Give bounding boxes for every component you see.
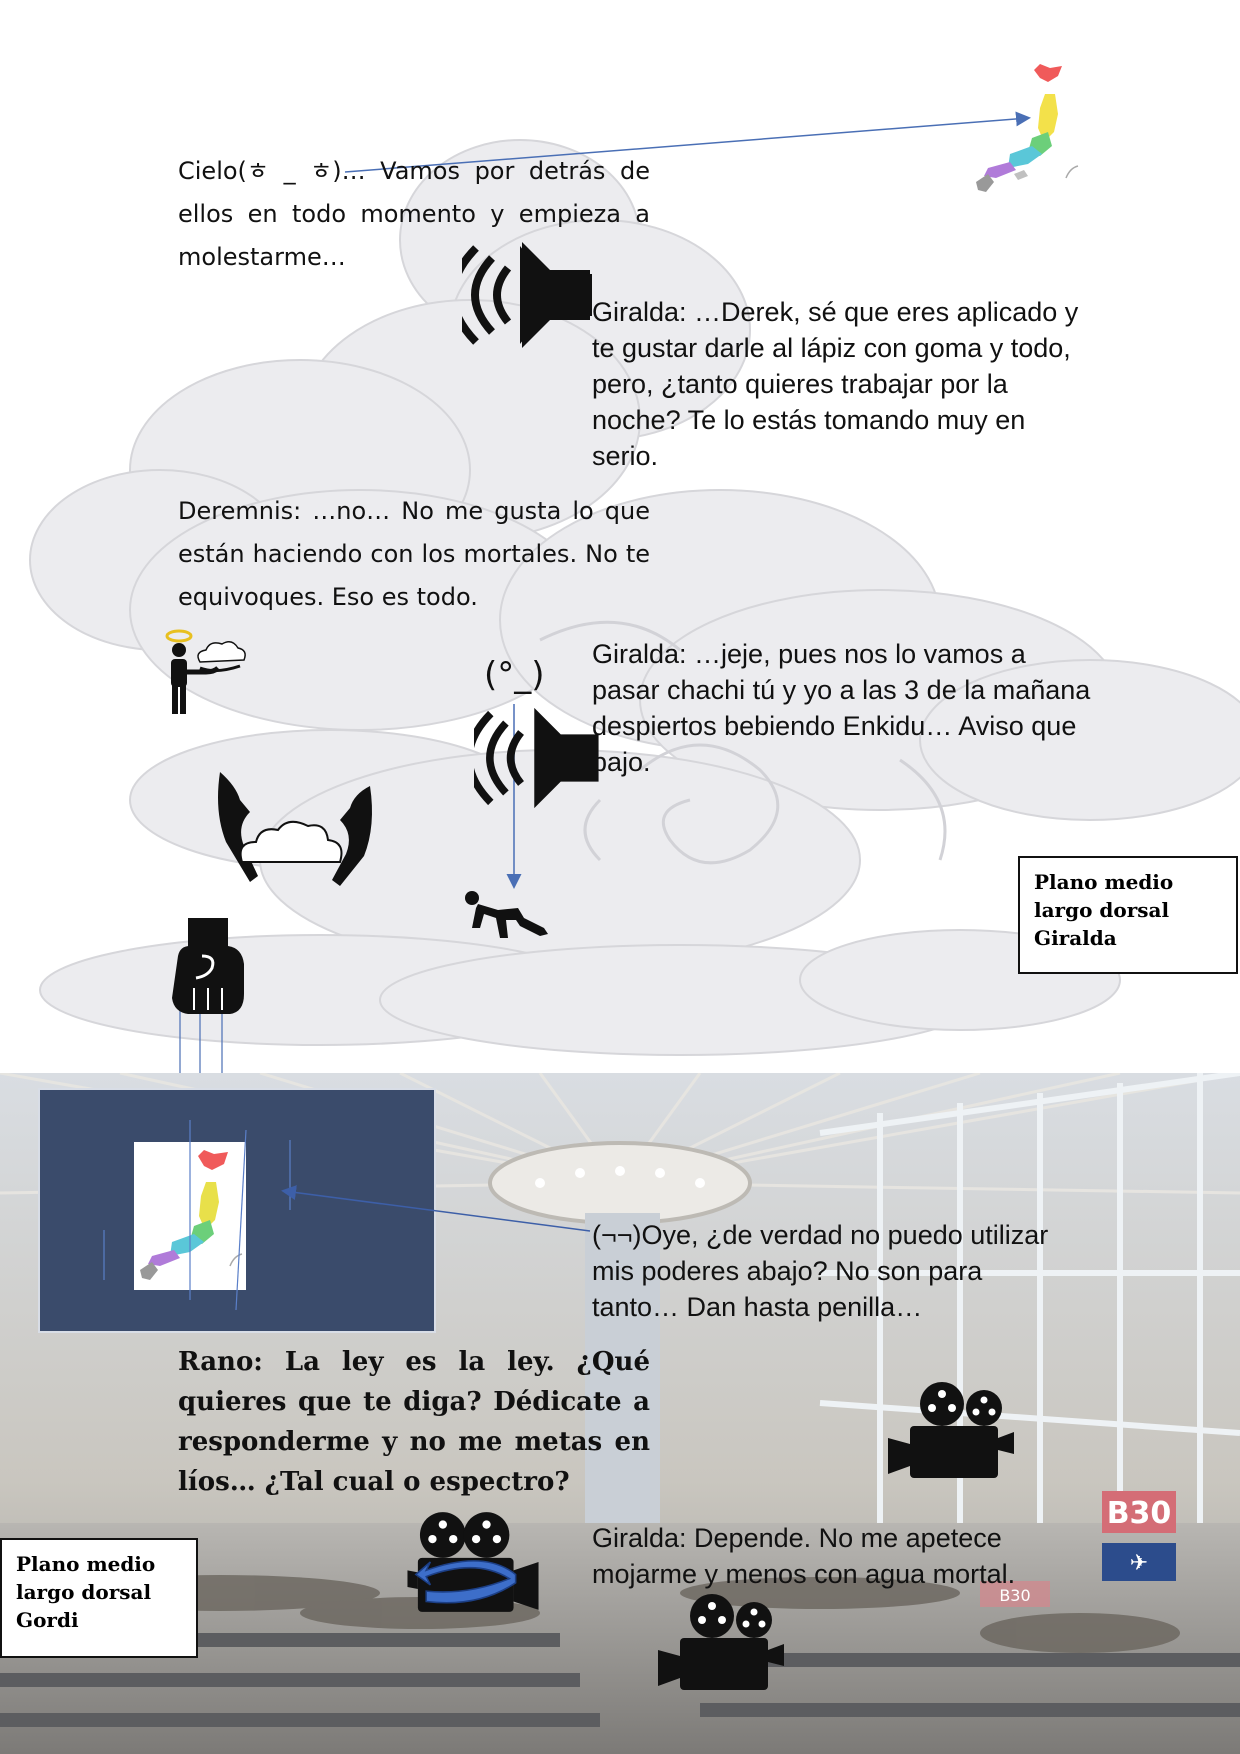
- kaomoji-face: (°_): [484, 655, 545, 695]
- movie-camera-icon: [888, 1382, 1014, 1478]
- shot-label-giralda: Plano medio largo dorsal Giralda: [1018, 856, 1238, 974]
- airplane-icon: ✈: [1130, 1551, 1148, 1576]
- map-panel: [38, 1088, 436, 1333]
- fist-icon: [172, 918, 244, 1014]
- speaker-icon: [474, 707, 599, 809]
- giralda-dialogue-2: Giralda: …jeje, pues nos lo vamos a pasa…: [592, 639, 1091, 777]
- deremnis-dialogue: Deremnis: …no… No me gusta lo que están …: [178, 497, 650, 611]
- gate-sign: B30: [1107, 1496, 1172, 1531]
- hands-cloud-icon: [218, 772, 372, 886]
- giralda-dialogue-3: Giralda: Depende. No me apetece mojarme …: [592, 1523, 1016, 1589]
- shot-label-gordi: Plano medio largo dorsal Gordi: [0, 1538, 198, 1658]
- giralda-dialogue-1: Giralda: …Derek, sé que eres aplicado y …: [592, 297, 1079, 471]
- movie-camera-icon: [658, 1594, 784, 1690]
- speaker-icon: [462, 242, 592, 348]
- crawling-person-icon: [465, 891, 548, 938]
- japan-map-icon: [976, 64, 1079, 192]
- rano-dialogue: Rano: La ley es la ley. ¿Qué quieres que…: [178, 1347, 650, 1497]
- oye-dialogue: (¬¬)Oye, ¿de verdad no puedo utilizar mi…: [592, 1220, 1049, 1322]
- movie-camera-icon: [407, 1512, 539, 1612]
- panel-lines: [103, 1120, 291, 1311]
- angel-cloud-icon: [165, 629, 246, 714]
